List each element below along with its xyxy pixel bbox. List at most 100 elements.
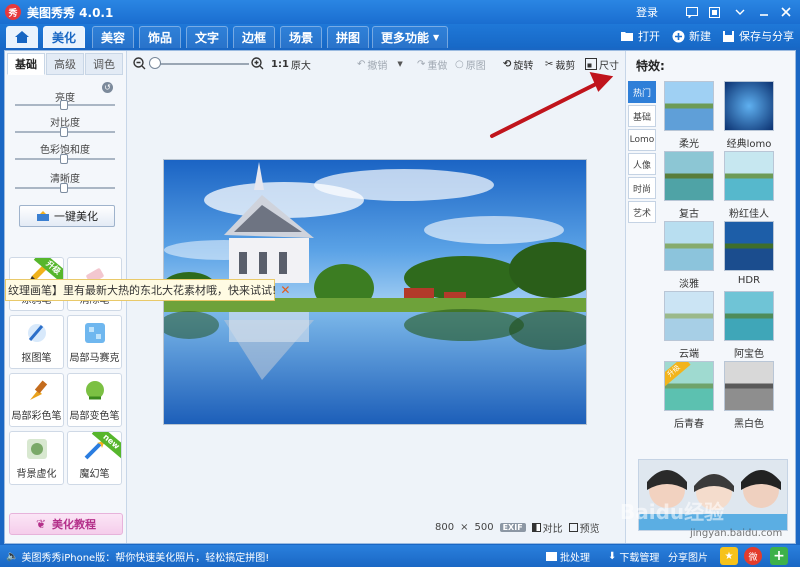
tab-scene[interactable]: 场景 [280,26,323,48]
tab-border[interactable]: 边框 [233,26,276,48]
app-title: 美图秀秀 4.0.1 [27,5,114,20]
save-share-button[interactable]: 保存与分享 [722,28,794,44]
tab-color[interactable]: 调色 [85,53,123,75]
beautify-tutorial-button[interactable]: ❦ 美化教程 [9,513,123,535]
more-features-button[interactable]: 更多功能 ▼ [372,26,449,48]
effect-black-white[interactable] [724,361,774,411]
magic-pen-label: 魔幻笔 [79,469,110,480]
compare-button[interactable]: 对比 [531,520,563,535]
zoom-knob[interactable] [149,57,161,69]
undo-dropdown-icon[interactable]: ▼ [397,60,402,68]
tab-beautify[interactable]: 美化 [43,26,86,48]
effect-label: 经典lomo [726,139,772,150]
app-logo-icon: 秀 [5,4,21,20]
zoom-out-icon[interactable] [133,57,146,70]
minimize-icon[interactable] [756,3,772,21]
effect-post-youth[interactable]: 升级 [664,361,714,411]
one-key-beautify-button[interactable]: 一键美化 [19,205,115,227]
add-icon[interactable]: + [770,547,788,565]
open-button[interactable]: 打开 [620,28,660,44]
banner-close-icon[interactable]: ✕ [280,283,290,297]
fx-category-fashion[interactable]: 时尚 [628,177,656,199]
zoom-in-icon[interactable] [251,57,264,70]
effect-abao[interactable] [724,291,774,341]
preview-button[interactable]: 预览 [568,520,600,535]
tab-collage[interactable]: 拼图 [327,26,370,48]
batch-button[interactable]: 批处理 [546,549,590,564]
compare-icon [531,522,541,532]
home-icon [15,31,29,43]
cutout-pen-icon [27,324,46,342]
weibo-icon[interactable]: 微 [744,547,762,565]
saturation-knob[interactable] [60,154,68,164]
local-recolor-pen-button[interactable]: 局部变色笔 [67,373,122,427]
local-mosaic-button[interactable]: 局部马赛克 [67,315,122,369]
share-image-button[interactable]: 分享图片 [668,549,708,564]
mosaic-icon [84,323,105,343]
effect-label: 柔光 [679,139,699,150]
image-width: 800 [435,521,455,533]
zoom-slider[interactable] [149,63,249,65]
cutout-pen-button[interactable]: 抠图笔 [9,315,64,369]
one-key-beautify-label: 一键美化 [54,210,98,223]
login-link[interactable]: 登录 [636,3,658,21]
tab-text[interactable]: 文字 [186,26,229,48]
undo-button[interactable]: ↶ 撤销 ▼ [357,56,403,72]
notification-banner[interactable]: 纹理画笔】里有最新大热的东北大花素材哦，快来试试! ✕ [5,279,290,301]
fx-category-art[interactable]: 艺术 [628,201,656,223]
effect-label: 淡雅 [679,279,699,290]
effect-label: 复古 [679,209,699,220]
effect-retro[interactable] [664,151,714,201]
message-icon[interactable] [684,3,700,21]
fx-category-hot[interactable]: 热门 [628,81,656,103]
crop-button[interactable]: ✂ 裁剪 [545,56,575,72]
local-color-pen-button[interactable]: 局部彩色笔 [9,373,64,427]
status-message[interactable]: 🔈 美图秀秀iPhone版：帮你快速美化照片，轻松搞定拼图! [6,549,269,564]
reset-original-label: 原图 [465,60,486,72]
effect-classic-lomo[interactable] [724,81,774,131]
exif-button[interactable]: EXIF [499,522,526,532]
skin-icon[interactable] [706,3,722,21]
close-icon[interactable] [778,3,794,21]
new-label: 新建 [689,30,711,43]
effect-pink-lady[interactable] [724,151,774,201]
effect-cloud[interactable] [664,291,714,341]
fx-category-basic[interactable]: 基础 [628,105,656,127]
rotate-button[interactable]: ⟲ 旋转 [503,56,533,72]
menu-icon[interactable] [732,3,748,21]
brightness-knob[interactable] [60,100,68,110]
share-label: 分享图片 [668,553,708,564]
favorite-star-icon[interactable]: ★ [720,547,738,565]
save-share-label: 保存与分享 [739,30,794,43]
resize-button[interactable]: 尺寸 [585,56,619,72]
crop-label: 裁剪 [555,60,576,72]
open-label: 打开 [638,30,660,43]
tab-basic[interactable]: 基础 [7,53,45,75]
download-manager-button[interactable]: ⬇ 下载管理 [608,549,659,564]
effect-elegant[interactable] [664,221,714,271]
tab-beauty[interactable]: 美容 [92,26,135,48]
home-button[interactable] [6,26,38,48]
download-icon: ⬇ [608,551,617,562]
cutout-pen-label: 抠图笔 [21,353,52,364]
tutorial-icon: ❦ [35,517,47,531]
effect-hdr[interactable] [724,221,774,271]
fx-category-portrait[interactable]: 人像 [628,153,656,175]
tab-advanced[interactable]: 高级 [46,53,84,75]
redo-button[interactable]: ↷ 重做 [417,56,447,72]
chevron-down-icon: ▼ [433,33,440,42]
sharpness-knob[interactable] [60,183,68,193]
magic-pen-button[interactable]: new 魔幻笔 [67,431,122,485]
contrast-knob[interactable] [60,127,68,137]
local-recolor-pen-label: 局部变色笔 [69,411,120,422]
work-area: 基础 高级 调色 ↺ 亮度 对比度 色彩饱和度 清晰度 一键美化 升级 涂鸦笔 … [4,50,796,544]
effect-soft-light[interactable] [664,81,714,131]
fx-category-lomo[interactable]: Lomo [628,129,656,151]
background-blur-button[interactable]: 背景虚化 [9,431,64,485]
original-size-button[interactable]: 1:1 原大 [271,56,311,72]
effect-label: HDR [737,275,761,286]
tab-accessory[interactable]: 饰品 [139,26,182,48]
reset-original-button[interactable]: ○ 原图 [455,56,486,72]
new-button[interactable]: 新建 [672,28,711,44]
original-icon: ○ [455,58,464,70]
